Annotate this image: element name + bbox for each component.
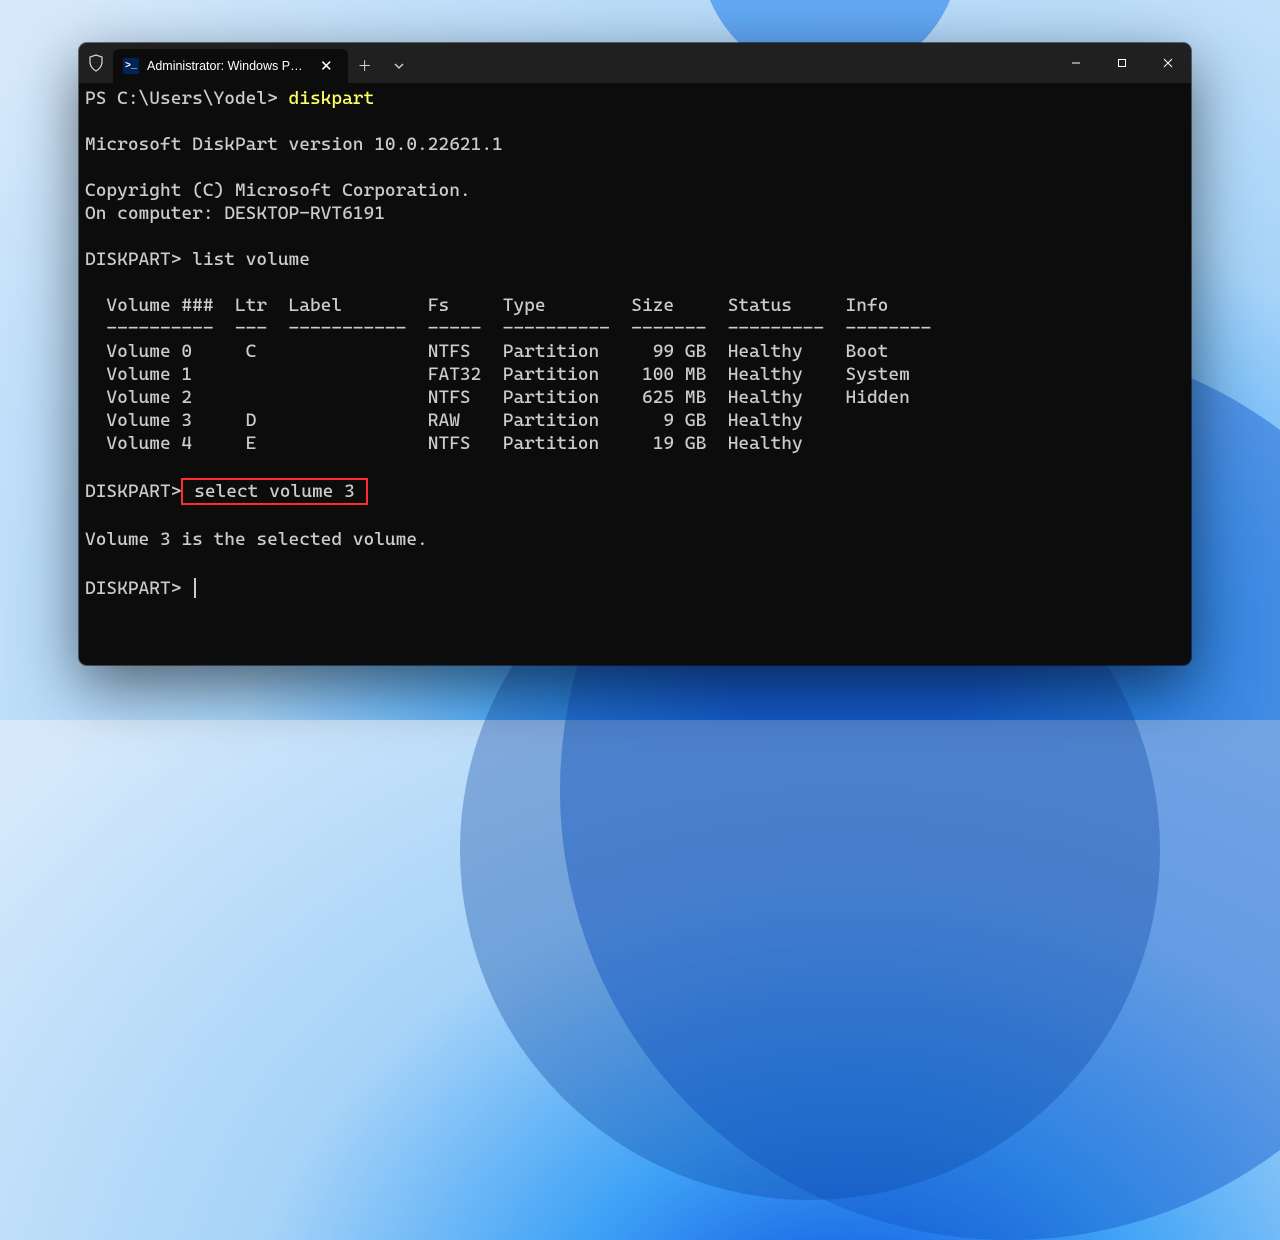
diskpart-prompt: DISKPART> — [85, 481, 181, 502]
diskpart-banner: Microsoft DiskPart version 10.0.22621.1 — [85, 134, 503, 155]
terminal-window: >_ Administrator: Windows Powe ✕ ＋ PS C:… — [79, 43, 1191, 665]
ps-prompt: PS C:\Users\Yodel> — [85, 88, 289, 109]
select-volume-result: Volume 3 is the selected volume. — [85, 529, 428, 550]
volume-table-divider: ---------- --- ----------- ----- -------… — [85, 318, 931, 339]
close-button[interactable] — [1145, 43, 1191, 83]
volume-row: Volume 3 D RAW Partition 9 GB Healthy — [85, 410, 803, 431]
minimize-button[interactable] — [1053, 43, 1099, 83]
diskpart-computer: On computer: DESKTOP-RVT6191 — [85, 203, 385, 224]
titlebar[interactable]: >_ Administrator: Windows Powe ✕ ＋ — [79, 43, 1191, 83]
diskpart-command-list-volume: list volume — [192, 249, 310, 270]
volume-row: Volume 4 E NTFS Partition 19 GB Healthy — [85, 433, 803, 454]
terminal-output[interactable]: PS C:\Users\Yodel> diskpart Microsoft Di… — [79, 83, 1191, 604]
active-tab[interactable]: >_ Administrator: Windows Powe ✕ — [113, 49, 348, 83]
tab-title: Administrator: Windows Powe — [147, 59, 307, 73]
volume-row: Volume 1 FAT32 Partition 100 MB Healthy … — [85, 364, 910, 385]
tab-dropdown-button[interactable] — [382, 49, 416, 83]
volume-row: Volume 2 NTFS Partition 625 MB Healthy H… — [85, 387, 910, 408]
text-cursor — [194, 578, 196, 598]
highlighted-command: select volume 3 — [181, 478, 367, 505]
diskpart-prompt: DISKPART> — [85, 249, 192, 270]
diskpart-copyright: Copyright (C) Microsoft Corporation. — [85, 180, 471, 201]
volume-row: Volume 0 C NTFS Partition 99 GB Healthy … — [85, 341, 888, 362]
titlebar-drag-region[interactable] — [416, 43, 1053, 83]
powershell-icon: >_ — [123, 58, 139, 74]
diskpart-prompt: DISKPART> — [85, 578, 192, 599]
admin-shield-icon — [79, 43, 113, 83]
volume-table-header: Volume ### Ltr Label Fs Type Size Status… — [85, 295, 888, 316]
new-tab-button[interactable]: ＋ — [348, 49, 382, 83]
ps-command: diskpart — [289, 88, 375, 109]
tab-close-button[interactable]: ✕ — [315, 57, 338, 76]
maximize-button[interactable] — [1099, 43, 1145, 83]
